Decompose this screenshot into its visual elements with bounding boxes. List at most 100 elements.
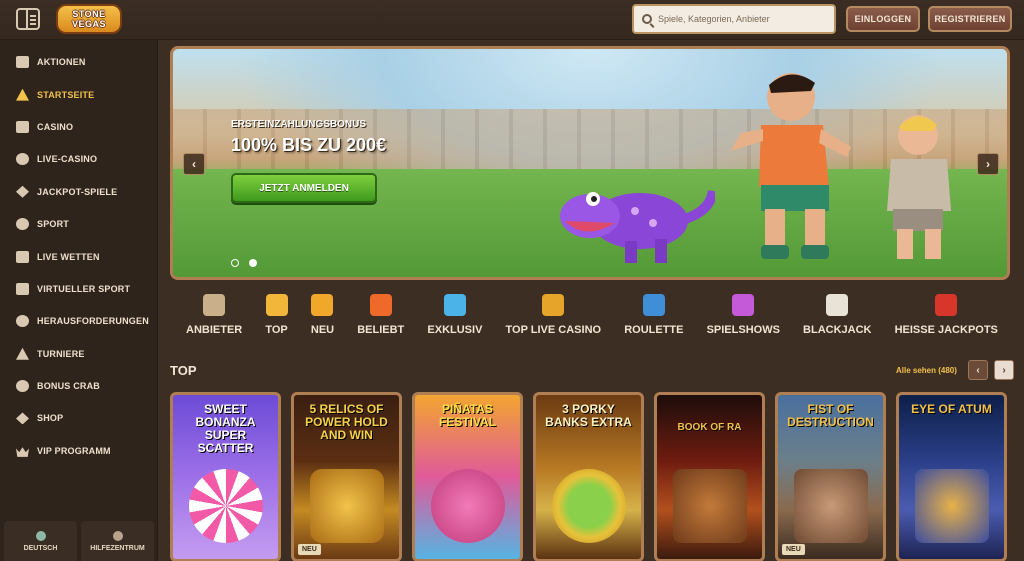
category-heisse-jackpots[interactable]: HEISSE JACKPOTS bbox=[895, 294, 998, 344]
category-exklusiv[interactable]: EXKLUSIV bbox=[427, 294, 482, 344]
category-label: TOP bbox=[265, 324, 288, 336]
caveman-hero-illustration bbox=[731, 73, 851, 259]
hero-subtitle: ERSTEINZAHLUNGSBONUS bbox=[231, 119, 367, 130]
category-spielshows[interactable]: SPIELSHOWS bbox=[707, 294, 780, 344]
game-title: BOOK OF RA bbox=[677, 422, 742, 433]
sidebar-item-live-casino[interactable]: LIVE-CASINO bbox=[0, 143, 157, 175]
sidebar-item-label: VIRTUELLER SPORT bbox=[37, 283, 131, 294]
search-box[interactable] bbox=[632, 4, 836, 34]
sidebar-item-label: JACKPOT-SPIELE bbox=[37, 186, 118, 197]
game-title: 5 RELICS OF POWER HOLD AND WIN bbox=[305, 402, 388, 442]
crown-icon bbox=[16, 447, 29, 457]
sidebar-item-turniere[interactable]: TURNIERE bbox=[0, 338, 157, 370]
sidebar-item-label: TURNIERE bbox=[37, 348, 85, 359]
hero-dot-1[interactable] bbox=[231, 259, 239, 267]
fighter-art bbox=[793, 469, 868, 543]
sidebar-item-vip-programm[interactable]: VIP PROGRAMM bbox=[0, 435, 157, 467]
category-anbieter[interactable]: ANBIETER bbox=[186, 294, 242, 344]
category-blackjack[interactable]: BLACKJACK bbox=[803, 294, 871, 344]
game-tile[interactable]: 5 RELICS OF POWER HOLD AND WIN NEU bbox=[291, 392, 402, 561]
search-icon bbox=[642, 14, 652, 24]
sidebar-item-label: LIVE-CASINO bbox=[37, 154, 98, 165]
signup-now-button[interactable]: JETZT ANMELDEN bbox=[231, 173, 377, 203]
star-icon bbox=[265, 294, 288, 316]
medal-icon bbox=[542, 294, 565, 316]
gift-icon bbox=[16, 56, 29, 69]
pinata-art bbox=[430, 469, 505, 543]
sidebar-item-aktionen[interactable]: AKTIONEN bbox=[0, 46, 157, 78]
game-tile[interactable]: EYE OF ATUM bbox=[896, 392, 1007, 561]
sidebar-toggle-icon[interactable] bbox=[16, 8, 40, 30]
game-tile[interactable]: 3 PORKY BANKS EXTRA bbox=[533, 392, 644, 561]
game-title: FIST OF DESTRUCTION bbox=[787, 402, 874, 429]
scroll-icon bbox=[203, 294, 226, 316]
games-next-button[interactable]: › bbox=[994, 360, 1014, 380]
login-button[interactable]: EINLOGGEN bbox=[846, 6, 920, 32]
game-title: EYE OF ATUM bbox=[911, 402, 992, 416]
new-badge: NEU bbox=[782, 544, 805, 555]
register-button[interactable]: REGISTRIEREN bbox=[928, 6, 1012, 32]
hero-prev-button[interactable]: ‹ bbox=[183, 153, 205, 175]
sidebar-item-label: VIP PROGRAMM bbox=[37, 445, 111, 456]
sidebar-item-label: BONUS CRAB bbox=[37, 381, 101, 392]
sidebar-item-jackpot-spiele[interactable]: JACKPOT-SPIELE bbox=[0, 176, 157, 208]
chip-icon bbox=[16, 153, 29, 166]
category-roulette[interactable]: ROULETTE bbox=[624, 294, 683, 344]
slot-machine-icon bbox=[16, 120, 29, 133]
help-center-button[interactable]: HILFEZENTRUM bbox=[81, 521, 154, 561]
game-tile[interactable]: SWEET BONANZA SUPER SCATTER bbox=[170, 392, 281, 561]
piggy-coin-art bbox=[551, 469, 626, 543]
category-top[interactable]: TOP bbox=[265, 294, 288, 344]
category-beliebt[interactable]: BELIEBT bbox=[357, 294, 404, 344]
search-input[interactable] bbox=[658, 14, 828, 24]
pharaoh-art bbox=[914, 469, 989, 543]
category-top-live-casino[interactable]: TOP LIVE CASINO bbox=[505, 294, 602, 344]
category-label: EXKLUSIV bbox=[427, 324, 483, 336]
candy-disc-art bbox=[188, 469, 263, 543]
logo-line-1: STONE bbox=[72, 9, 106, 19]
hero-next-button[interactable]: › bbox=[977, 153, 999, 175]
roulette-icon bbox=[642, 294, 665, 316]
hero-banner[interactable]: ERSTEINZAHLUNGSBONUS 100% BIS ZU 200€ JE… bbox=[170, 46, 1010, 280]
help-label: HILFEZENTRUM bbox=[90, 544, 145, 552]
clover-icon bbox=[16, 185, 29, 198]
chili-icon bbox=[935, 294, 958, 316]
game-title: 3 PORKY BANKS EXTRA bbox=[545, 402, 632, 429]
see-all-link[interactable]: Alle sehen (480) bbox=[896, 366, 957, 375]
sidebar-item-label: AKTIONEN bbox=[37, 57, 86, 68]
sidebar-item-shop[interactable]: SHOP bbox=[0, 402, 157, 434]
category-label: SPIELSHOWS bbox=[706, 324, 780, 336]
sidebar-item-startseite[interactable]: STARTSEITE bbox=[0, 78, 157, 110]
screen-icon bbox=[16, 282, 29, 295]
shop-icon bbox=[16, 412, 29, 425]
category-label: HEISSE JACKPOTS bbox=[894, 324, 998, 336]
sidebar-item-sport[interactable]: SPORT bbox=[0, 208, 157, 240]
category-label: BELIEBT bbox=[357, 324, 405, 336]
target-icon bbox=[16, 315, 29, 328]
sidebar-item-virtueller-sport[interactable]: VIRTUELLER SPORT bbox=[0, 273, 157, 305]
category-bar: ANBIETER TOP NEU BELIEBT EXKLUSIV TOP LI… bbox=[186, 294, 998, 344]
sidebar-item-casino[interactable]: CASINO bbox=[0, 111, 157, 143]
language-button[interactable]: DEUTSCH bbox=[4, 521, 77, 561]
category-neu[interactable]: NEU bbox=[311, 294, 334, 344]
blond-player-illustration bbox=[887, 115, 951, 259]
cards-icon bbox=[826, 294, 849, 316]
game-tile[interactable]: FIST OF DESTRUCTION NEU bbox=[775, 392, 886, 561]
sidebar-item-live-wetten[interactable]: LIVE WETTEN bbox=[0, 240, 157, 272]
logo-line-2: VEGAS bbox=[71, 19, 106, 29]
sidebar-footer: DEUTSCH HILFEZENTRUM bbox=[0, 521, 158, 561]
category-label: TOP LIVE CASINO bbox=[505, 324, 602, 336]
hero-dot-2[interactable] bbox=[249, 259, 257, 267]
main-content: ERSTEINZAHLUNGSBONUS 100% BIS ZU 200€ JE… bbox=[158, 40, 1024, 561]
purple-dino-illustration bbox=[560, 189, 715, 263]
category-label: NEU bbox=[310, 324, 335, 336]
sidebar-item-bonus-crab[interactable]: BONUS CRAB bbox=[0, 370, 157, 402]
stone-vegas-logo[interactable]: STONE VEGAS bbox=[56, 4, 122, 34]
game-tile[interactable]: PIÑATAS FESTIVAL bbox=[412, 392, 523, 561]
sidebar: AKTIONEN STARTSEITE CASINO LIVE-CASINO J… bbox=[0, 40, 158, 561]
sidebar-item-herausforderungen[interactable]: HERAUSFORDERUNGEN bbox=[0, 305, 157, 337]
game-title: SWEET BONANZA SUPER SCATTER bbox=[195, 402, 256, 455]
game-tile[interactable]: BOOK OF RA bbox=[654, 392, 765, 561]
games-prev-button[interactable]: ‹ bbox=[968, 360, 988, 380]
ball-icon bbox=[16, 218, 29, 231]
